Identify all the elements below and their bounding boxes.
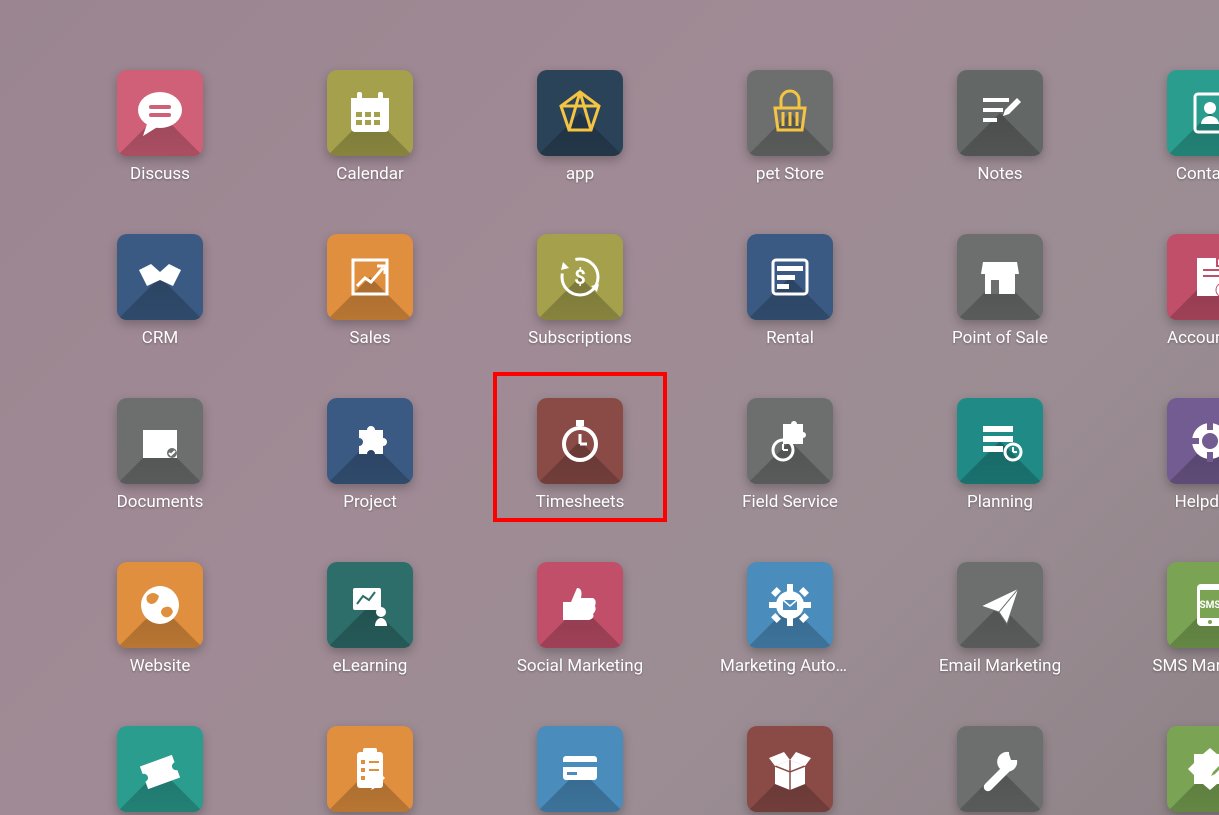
sms-icon	[1167, 562, 1219, 648]
app-launcher-discuss[interactable]: Discuss	[95, 70, 225, 184]
app-label: Email Marketing	[939, 656, 1061, 676]
app-launcher-surveys[interactable]: Surveys	[305, 726, 435, 815]
puzzle-icon	[327, 398, 413, 484]
app-label: Subscriptions	[528, 328, 632, 348]
handshake-icon	[117, 234, 203, 320]
app-label: Documents	[117, 492, 204, 512]
app-label: Accounting	[1167, 328, 1219, 348]
shop-icon	[957, 234, 1043, 320]
app-launcher-field-service[interactable]: Field Service	[725, 398, 855, 512]
thumbs-up-icon	[537, 562, 623, 648]
app-label: Contacts	[1176, 164, 1219, 184]
basket-icon	[747, 70, 833, 156]
app-launcher-inventory[interactable]: Inventory	[725, 726, 855, 815]
app-label: Rental	[766, 328, 814, 348]
app-launcher-sales[interactable]: Sales	[305, 234, 435, 348]
file-gear-icon	[1167, 234, 1219, 320]
app-label: Project	[343, 492, 397, 512]
app-label: Point of Sale	[952, 328, 1048, 348]
app-launcher-social-marketing[interactable]: Social Marketing	[515, 562, 645, 676]
box-open-icon	[747, 726, 833, 812]
app-label: SMS Marketing	[1152, 656, 1219, 676]
app-launcher-purchase[interactable]: Purchase	[515, 726, 645, 815]
board-person-icon	[327, 562, 413, 648]
app-label: Notes	[977, 164, 1022, 184]
app-label: Timesheets	[536, 492, 625, 512]
app-launcher-elearning[interactable]: eLearning	[305, 562, 435, 676]
contact-icon	[1167, 70, 1219, 156]
dollar-cycle-icon	[537, 234, 623, 320]
app-label: Discuss	[130, 164, 190, 184]
app-launcher-subscriptions[interactable]: Subscriptions	[515, 234, 645, 348]
app-launcher-app[interactable]: app	[515, 70, 645, 184]
chat-icon	[117, 70, 203, 156]
clipboard-icon	[327, 726, 413, 812]
lifebuoy-icon	[1167, 398, 1219, 484]
puzzle-clock-icon	[747, 398, 833, 484]
app-launcher-documents[interactable]: Documents	[95, 398, 225, 512]
app-launcher-helpdesk[interactable]: Helpdesk	[1145, 398, 1219, 512]
app-launcher-quality[interactable]: Quality	[1145, 726, 1219, 815]
app-launcher-accounting[interactable]: Accounting	[1145, 234, 1219, 348]
app-label: app	[566, 164, 594, 184]
wrench-icon	[957, 726, 1043, 812]
gear-mail-icon	[747, 562, 833, 648]
app-launcher-timesheets[interactable]: Timesheets	[515, 398, 645, 512]
app-label: Sales	[349, 328, 390, 348]
app-launcher-contacts[interactable]: Contacts	[1145, 70, 1219, 184]
note-edit-icon	[957, 70, 1043, 156]
app-launcher-calendar[interactable]: Calendar	[305, 70, 435, 184]
app-grid: Discuss Calendar app pet Store Notes Contacts…	[0, 0, 1219, 815]
app-launcher-notes[interactable]: Notes	[935, 70, 1065, 184]
app-launcher-marketing-automat[interactable]: Marketing Automat...	[725, 562, 855, 676]
app-launcher-project[interactable]: Project	[305, 398, 435, 512]
app-launcher-crm[interactable]: CRM	[95, 234, 225, 348]
badge-check-icon	[1167, 726, 1219, 812]
stopwatch-icon	[537, 398, 623, 484]
app-label: pet Store	[756, 164, 824, 184]
inbox-icon	[117, 398, 203, 484]
globe-icon	[117, 562, 203, 648]
app-label: eLearning	[333, 656, 408, 676]
app-label: Website	[130, 656, 191, 676]
diamond-icon	[537, 70, 623, 156]
app-launcher-sms-marketing[interactable]: SMS Marketing	[1145, 562, 1219, 676]
app-launcher-website[interactable]: Website	[95, 562, 225, 676]
app-label: Planning	[967, 492, 1033, 512]
app-launcher-pet-store[interactable]: pet Store	[725, 70, 855, 184]
app-launcher-planning[interactable]: Planning	[935, 398, 1065, 512]
app-launcher-email-marketing[interactable]: Email Marketing	[935, 562, 1065, 676]
app-label: Social Marketing	[517, 656, 643, 676]
chart-up-icon	[327, 234, 413, 320]
app-label: Marketing Automat...	[720, 656, 860, 676]
app-label: Field Service	[742, 492, 838, 512]
list-clock-icon	[957, 398, 1043, 484]
app-launcher-point-of-sale[interactable]: Point of Sale	[935, 234, 1065, 348]
ticket-icon	[117, 726, 203, 812]
app-label: Helpdesk	[1175, 492, 1219, 512]
app-launcher-events[interactable]: Events	[95, 726, 225, 815]
app-label: CRM	[142, 328, 178, 348]
schedule-icon	[747, 234, 833, 320]
app-launcher-manufacturing[interactable]: Manufacturing	[935, 726, 1065, 815]
paper-plane-icon	[957, 562, 1043, 648]
app-launcher-rental[interactable]: Rental	[725, 234, 855, 348]
calendar-icon	[327, 70, 413, 156]
credit-card-icon	[537, 726, 623, 812]
app-label: Calendar	[336, 164, 403, 184]
